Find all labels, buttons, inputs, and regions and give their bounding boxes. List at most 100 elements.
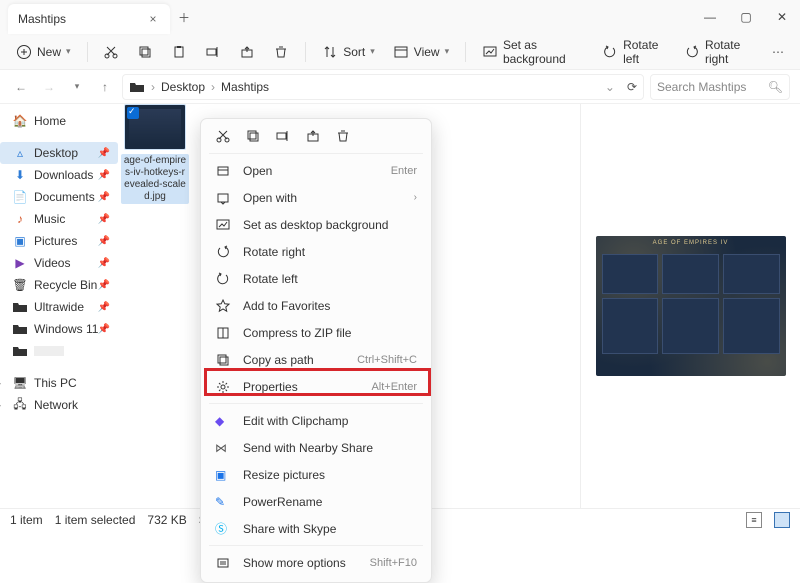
ctx-rotate-left[interactable]: Rotate left	[201, 265, 431, 292]
paste-button[interactable]	[165, 40, 193, 64]
network-icon: 🖧	[12, 395, 28, 416]
recycle-icon: 🗑	[12, 278, 28, 292]
preview-pane: AGE OF EMPIRES IV	[580, 104, 800, 508]
pin-icon: 📌	[98, 258, 110, 269]
videos-icon: ▶	[12, 256, 28, 270]
file-tile[interactable]: age-of-empires-iv-hotkeys-revealed-scale…	[121, 104, 189, 204]
back-button[interactable]: ←	[10, 76, 32, 98]
delete-button[interactable]	[267, 40, 295, 64]
rotate-left-icon	[215, 271, 231, 287]
chevron-right-icon: ›	[414, 192, 417, 203]
ctx-powerrename[interactable]: ✎PowerRename	[201, 488, 431, 515]
set-background-button[interactable]: Set as background	[476, 34, 590, 70]
close-button[interactable]: ✕	[764, 3, 800, 31]
set-bg-label: Set as background	[503, 38, 584, 66]
ctx-clipchamp[interactable]: ◆Edit with Clipchamp	[201, 407, 431, 434]
chevron-down-icon: ▾	[370, 46, 375, 57]
rename-button[interactable]	[199, 40, 227, 64]
ctx-open-with[interactable]: Open with›	[201, 184, 431, 211]
chevron-right-icon[interactable]: ›	[0, 400, 1, 410]
preview-image: AGE OF EMPIRES IV	[596, 236, 786, 376]
tab-mashtips[interactable]: Mashtips ×	[8, 4, 170, 34]
crumb-mashtips[interactable]: Mashtips	[221, 80, 269, 94]
sidebar-item-home[interactable]: 🏠Home	[0, 110, 118, 132]
sidebar-item-pictures[interactable]: ▣Pictures📌	[0, 230, 118, 252]
sidebar-item-videos[interactable]: ▶Videos📌	[0, 252, 118, 274]
sort-button[interactable]: Sort▾	[316, 40, 381, 64]
sidebar-item-thispc[interactable]: ›🖥This PC	[0, 372, 118, 394]
ctx-nearby-share[interactable]: ⋈Send with Nearby Share	[201, 434, 431, 461]
toolbar: New ▾ Sort▾ View▾ Set as background Rota…	[0, 34, 800, 70]
maximize-button[interactable]: ▢	[728, 3, 764, 31]
file-name[interactable]: age-of-empires-iv-hotkeys-revealed-scale…	[121, 154, 189, 204]
sidebar-item-desktop[interactable]: ▵Desktop📌	[0, 142, 118, 164]
sidebar-item-documents[interactable]: 📄Documents📌	[0, 186, 118, 208]
properties-icon	[215, 379, 231, 395]
copy-icon[interactable]	[245, 128, 261, 144]
folder-icon	[129, 79, 145, 95]
new-tab-button[interactable]: ＋	[170, 9, 198, 26]
separator	[87, 42, 88, 62]
rotate-right-label: Rotate right	[705, 38, 754, 66]
ctx-set-background[interactable]: Set as desktop background	[201, 211, 431, 238]
minimize-button[interactable]: ―	[692, 3, 728, 31]
close-tab-icon[interactable]: ×	[146, 12, 160, 26]
view-label: View	[414, 45, 440, 59]
view-button[interactable]: View▾	[387, 40, 455, 64]
music-icon: ♪	[12, 212, 28, 226]
resize-icon: ▣	[215, 468, 231, 482]
sidebar-item-recyclebin[interactable]: 🗑Recycle Bin📌	[0, 274, 118, 296]
sidebar-item-blank[interactable]	[0, 340, 118, 362]
status-count: 1 item	[10, 513, 43, 527]
sidebar-item-downloads[interactable]: ⬇Downloads📌	[0, 164, 118, 186]
desktop-icon: ▵	[12, 146, 28, 160]
ctx-properties[interactable]: PropertiesAlt+Enter	[201, 373, 431, 400]
address-bar[interactable]: › Desktop › Mashtips ⌄ ⟳	[122, 74, 644, 100]
ctx-favorites[interactable]: Add to Favorites	[201, 292, 431, 319]
more-icon	[215, 555, 231, 571]
home-icon: 🏠	[12, 114, 28, 128]
rotate-left-icon	[602, 44, 618, 60]
forward-button[interactable]: →	[38, 76, 60, 98]
refresh-icon[interactable]: ⟳	[627, 80, 637, 94]
ctx-resize[interactable]: ▣Resize pictures	[201, 461, 431, 488]
cut-button[interactable]	[97, 40, 125, 64]
cut-icon[interactable]	[215, 128, 231, 144]
preview-title: AGE OF EMPIRES IV	[596, 240, 786, 246]
chevron-right-icon[interactable]: ›	[0, 378, 1, 388]
pin-icon: 📌	[98, 302, 110, 313]
chevron-down-icon[interactable]: ▾	[66, 76, 88, 98]
rotate-right-button[interactable]: Rotate right	[678, 34, 760, 70]
delete-icon[interactable]	[335, 128, 351, 144]
up-button[interactable]: ↑	[94, 76, 116, 98]
copy-button[interactable]	[131, 40, 159, 64]
checkbox-icon[interactable]	[127, 107, 139, 119]
share-icon[interactable]	[305, 128, 321, 144]
pin-icon: 📌	[98, 214, 110, 225]
new-button[interactable]: New ▾	[10, 40, 77, 64]
view-icon	[393, 44, 409, 60]
zip-icon	[215, 325, 231, 341]
file-thumbnail[interactable]	[124, 104, 186, 150]
pictures-icon: ▣	[12, 234, 28, 248]
ctx-more-options[interactable]: Show more optionsShift+F10	[201, 549, 431, 576]
ctx-rotate-right[interactable]: Rotate right	[201, 238, 431, 265]
chevron-down-icon[interactable]: ⌄	[605, 80, 615, 94]
more-button[interactable]: ⋯	[766, 41, 790, 63]
share-button[interactable]	[233, 40, 261, 64]
crumb-desktop[interactable]: Desktop	[161, 80, 205, 94]
search-input[interactable]: Search Mashtips 🔍︎	[650, 74, 790, 100]
details-view-button[interactable]: ≡	[746, 512, 762, 528]
sidebar-item-network[interactable]: ›🖧Network	[0, 394, 118, 416]
sidebar-item-windows11[interactable]: Windows 11📌	[0, 318, 118, 340]
ctx-zip[interactable]: Compress to ZIP file	[201, 319, 431, 346]
rotate-left-label: Rotate left	[623, 38, 666, 66]
ctx-open[interactable]: OpenEnter	[201, 157, 431, 184]
rotate-left-button[interactable]: Rotate left	[596, 34, 672, 70]
rename-icon[interactable]	[275, 128, 291, 144]
ctx-copy-path[interactable]: Copy as pathCtrl+Shift+C	[201, 346, 431, 373]
ctx-skype[interactable]: ⓈShare with Skype	[201, 515, 431, 542]
tiles-view-button[interactable]	[774, 512, 790, 528]
sidebar-item-music[interactable]: ♪Music📌	[0, 208, 118, 230]
sidebar-item-ultrawide[interactable]: Ultrawide📌	[0, 296, 118, 318]
